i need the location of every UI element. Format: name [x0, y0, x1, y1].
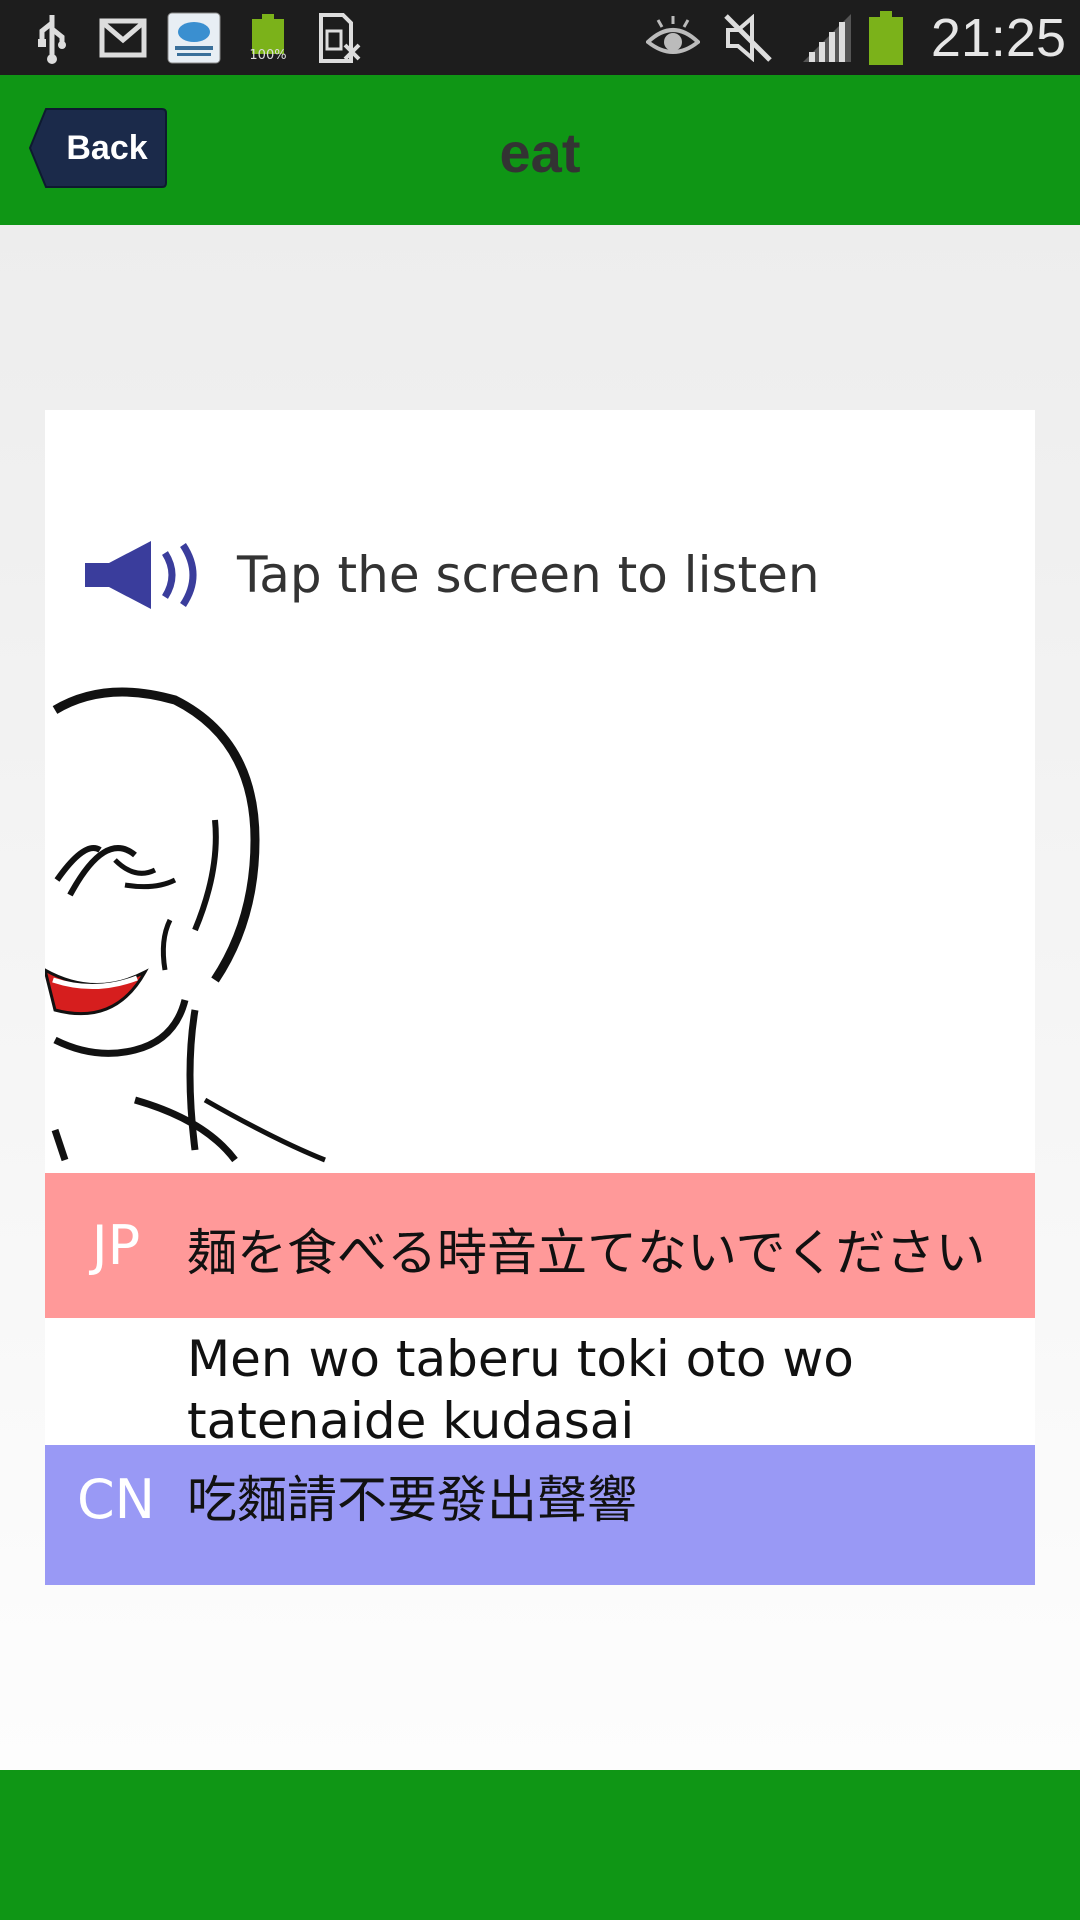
- person-illustration: [45, 687, 326, 1163]
- status-bar: 100% 21:25: [0, 0, 1080, 75]
- listen-hint: Tap the screen to listen: [81, 535, 820, 615]
- gmail-icon: [98, 10, 148, 66]
- mute-icon: [720, 10, 776, 66]
- cn-row: CN 吃麵請不要發出聲響: [45, 1445, 1035, 1585]
- romaji-phrase: Men wo taberu toki oto wo tatenaide kuda…: [187, 1330, 854, 1450]
- cn-tag: CN: [76, 1468, 156, 1531]
- battery-icon: [866, 10, 906, 66]
- app-footer: [0, 1770, 1080, 1920]
- cn-phrase: 吃麵請不要發出聲響: [187, 1471, 637, 1529]
- clock: 21:25: [930, 8, 1066, 68]
- battery-100-icon: 100%: [246, 10, 290, 66]
- listen-hint-text: Tap the screen to listen: [237, 546, 820, 604]
- cloud-testing-icon: [166, 10, 222, 66]
- jp-row: JP 麺を食べる時音立てないでください: [45, 1173, 1035, 1318]
- jp-tag: JP: [91, 1214, 141, 1277]
- speaker-icon: [85, 541, 197, 609]
- eye-icon: [645, 10, 701, 66]
- app-header: eat Back: [0, 75, 1080, 225]
- phrase-card[interactable]: Tap the screen to listen JP 麺を食べる時音立てないで…: [45, 410, 1035, 1585]
- romaji-row: Men wo taberu toki oto wo tatenaide kuda…: [45, 1318, 1035, 1453]
- back-button-label: Back: [66, 128, 148, 167]
- sim-error-icon: [316, 10, 362, 66]
- back-button[interactable]: Back: [28, 107, 168, 189]
- signal-icon: [800, 10, 854, 66]
- battery-percent-label: 100%: [249, 47, 287, 63]
- usb-icon: [28, 10, 76, 66]
- jp-phrase: 麺を食べる時音立てないでください: [187, 1224, 986, 1282]
